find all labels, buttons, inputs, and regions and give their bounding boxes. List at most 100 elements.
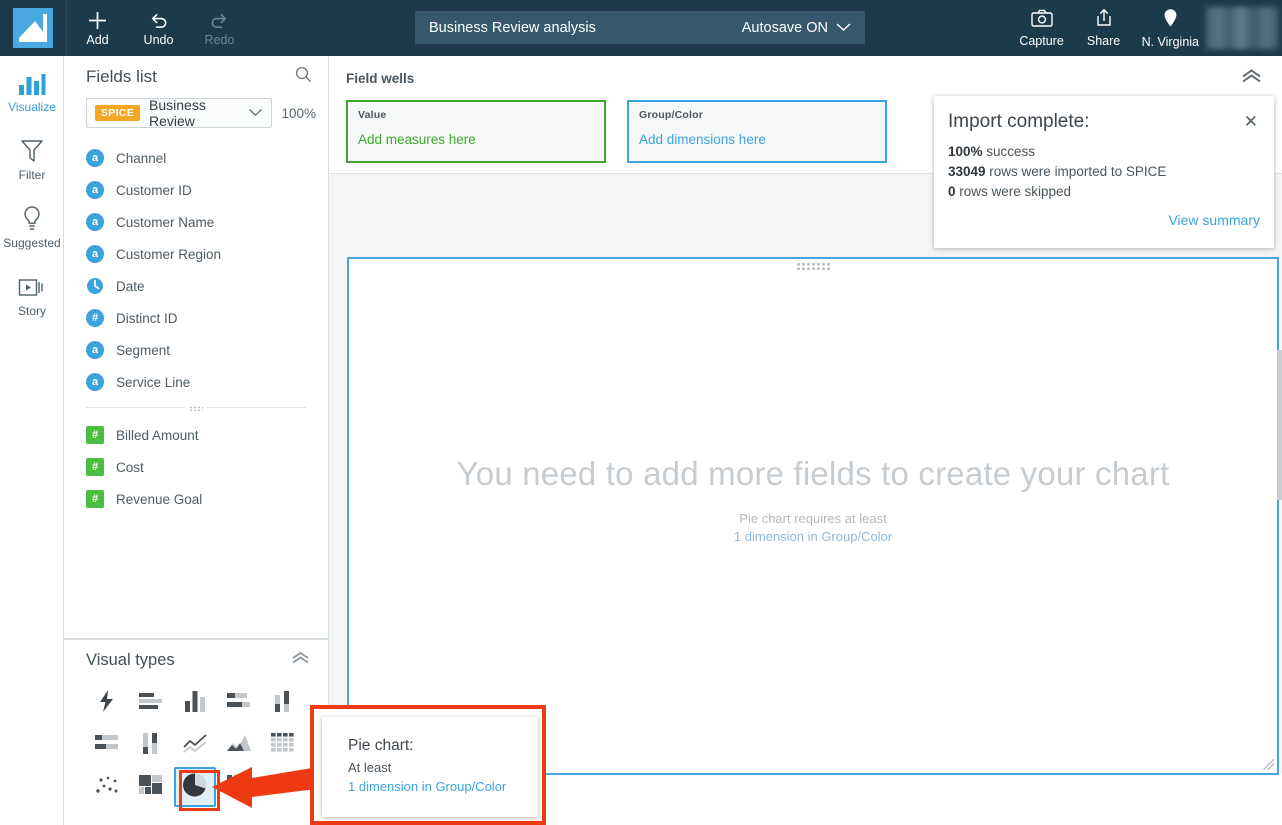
- empty-message-link[interactable]: 1 dimension in Group/Color: [349, 529, 1277, 544]
- import-popup-title: Import complete:: [948, 111, 1090, 132]
- visual-type-area-chart[interactable]: [218, 725, 260, 765]
- field-well-value-label: Value: [358, 109, 387, 121]
- autosave-label: Autosave ON: [741, 19, 828, 36]
- string-field-icon: a: [86, 181, 104, 199]
- resize-handle-icon[interactable]: [1263, 759, 1274, 770]
- rail-item-story[interactable]: Story: [0, 260, 64, 328]
- visual-type-stacked-horizontal-bar-chart[interactable]: [218, 683, 260, 723]
- visual-type-pivot-table[interactable]: [262, 725, 304, 765]
- vertical-scrollbar[interactable]: [1277, 350, 1282, 500]
- add-label: Add: [86, 32, 109, 47]
- camera-icon: [1030, 9, 1053, 32]
- field-item-date[interactable]: Date: [86, 270, 328, 302]
- field-label: Customer ID: [116, 182, 192, 198]
- field-label: Cost: [116, 459, 144, 475]
- share-button[interactable]: Share: [1073, 0, 1135, 56]
- visual-type-stacked-vertical-bar-chart[interactable]: [262, 683, 304, 723]
- visual-type-line-chart[interactable]: [174, 725, 216, 765]
- field-label: Service Line: [116, 374, 191, 390]
- user-account-avatar[interactable]: [1206, 7, 1278, 49]
- rail-item-visualize[interactable]: Visualize: [0, 56, 64, 124]
- chevron-double-up-icon[interactable]: [291, 651, 310, 669]
- visual-types-panel: Visual types: [64, 639, 329, 825]
- chevron-double-up-icon[interactable]: [1241, 69, 1282, 88]
- visual-type-horizontal-stacked-100-bar[interactable]: [86, 725, 128, 765]
- field-item-distinct-id[interactable]: # Distinct ID: [86, 302, 328, 334]
- visual-types-title: Visual types: [86, 650, 175, 669]
- fields-divider[interactable]: [86, 404, 306, 412]
- field-wells-header: Field wells: [329, 56, 1282, 90]
- visual-type-tree-map[interactable]: [130, 767, 172, 807]
- field-well-value-hint: Add measures here: [358, 132, 476, 147]
- field-label: Segment: [116, 342, 171, 358]
- story-icon: [18, 272, 46, 300]
- field-well-group-hint: Add dimensions here: [639, 132, 766, 147]
- visual-container[interactable]: You need to add more fields to create yo…: [347, 257, 1279, 775]
- top-toolbar: Add Undo Redo Business Review analysis A…: [0, 0, 1282, 56]
- field-item-service-line[interactable]: a Service Line: [86, 366, 328, 398]
- location-pin-icon: [1163, 8, 1178, 33]
- field-well-group-color[interactable]: Group/Color Add dimensions here: [627, 100, 887, 163]
- heat-map-icon: [226, 774, 252, 801]
- field-well-value[interactable]: Value Add measures here: [346, 100, 606, 163]
- undo-button[interactable]: Undo: [128, 0, 189, 56]
- autosave-dropdown[interactable]: Autosave ON: [742, 20, 851, 36]
- quicksight-logo-icon: [13, 8, 53, 48]
- fields-list-title: Fields list: [86, 67, 157, 86]
- chevron-down-icon: [836, 20, 851, 36]
- visual-type-pie-chart[interactable]: [174, 767, 216, 807]
- horizontal-bar-icon: [138, 690, 164, 717]
- field-item-customer-id[interactable]: a Customer ID: [86, 174, 328, 206]
- visual-type-vertical-bar-chart[interactable]: [174, 683, 216, 723]
- visual-types-grid: [64, 680, 328, 809]
- import-complete-popup: Import complete: ✕ 100% success 33049 ro…: [934, 96, 1274, 248]
- fields-list-header: Fields list: [64, 56, 328, 98]
- visual-type-horizontal-bar-chart[interactable]: [130, 683, 172, 723]
- visual-type-heat-map[interactable]: [218, 767, 260, 807]
- region-button[interactable]: N. Virginia: [1135, 0, 1206, 56]
- search-icon[interactable]: [295, 66, 312, 88]
- visual-type-clustered-bar-chart[interactable]: [130, 725, 172, 765]
- close-icon[interactable]: ✕: [1242, 111, 1260, 132]
- redo-icon: [209, 10, 230, 32]
- field-item-billed-amount[interactable]: # Billed Amount: [86, 419, 328, 451]
- stacked-vertical-bar-icon: [272, 689, 294, 718]
- import-skipped-text: rows were skipped: [955, 184, 1072, 199]
- tooltip-line2[interactable]: 1 dimension in Group/Color: [348, 779, 522, 794]
- rail-label-filter: Filter: [18, 168, 46, 182]
- field-label: Customer Name: [116, 214, 215, 230]
- field-item-cost[interactable]: # Cost: [86, 451, 328, 483]
- plus-icon: [87, 10, 108, 32]
- app-logo[interactable]: [0, 0, 66, 56]
- rail-label-suggested: Suggested: [3, 236, 61, 250]
- number-field-icon: #: [86, 458, 104, 476]
- rail-item-suggested[interactable]: Suggested: [0, 192, 64, 260]
- field-wells-title: Field wells: [346, 71, 415, 86]
- rail-item-filter[interactable]: Filter: [0, 124, 64, 192]
- add-button[interactable]: Add: [67, 0, 128, 56]
- import-rows-value: 33049: [948, 164, 986, 179]
- drag-handle-icon[interactable]: [796, 262, 830, 271]
- field-item-revenue-goal[interactable]: # Revenue Goal: [86, 483, 328, 515]
- field-item-customer-name[interactable]: a Customer Name: [86, 206, 328, 238]
- field-label: Distinct ID: [116, 310, 178, 326]
- empty-visual-message: You need to add more fields to create yo…: [349, 455, 1277, 544]
- field-item-customer-region[interactable]: a Customer Region: [86, 238, 328, 270]
- number-field-icon: #: [86, 490, 104, 508]
- analysis-title-bar[interactable]: Business Review analysis Autosave ON: [415, 11, 865, 44]
- visual-type-autograph[interactable]: [86, 683, 128, 723]
- rail-label-story: Story: [17, 304, 46, 318]
- redo-button[interactable]: Redo: [189, 0, 250, 56]
- number-field-icon: #: [86, 426, 104, 444]
- field-item-segment[interactable]: a Segment: [86, 334, 328, 366]
- visual-type-scatter-plot[interactable]: [86, 767, 128, 807]
- import-success-text: success: [982, 144, 1036, 159]
- stacked-horizontal-bar-icon: [226, 690, 252, 717]
- view-summary-link[interactable]: View summary: [1168, 212, 1260, 228]
- capture-button[interactable]: Capture: [1011, 0, 1073, 56]
- visual-types-header: Visual types: [64, 640, 328, 680]
- import-popup-footer: View summary: [934, 202, 1274, 230]
- dataset-selector[interactable]: SPICE Business Review: [86, 97, 273, 129]
- region-label: N. Virginia: [1141, 34, 1199, 49]
- field-item-channel[interactable]: a Channel: [86, 142, 328, 174]
